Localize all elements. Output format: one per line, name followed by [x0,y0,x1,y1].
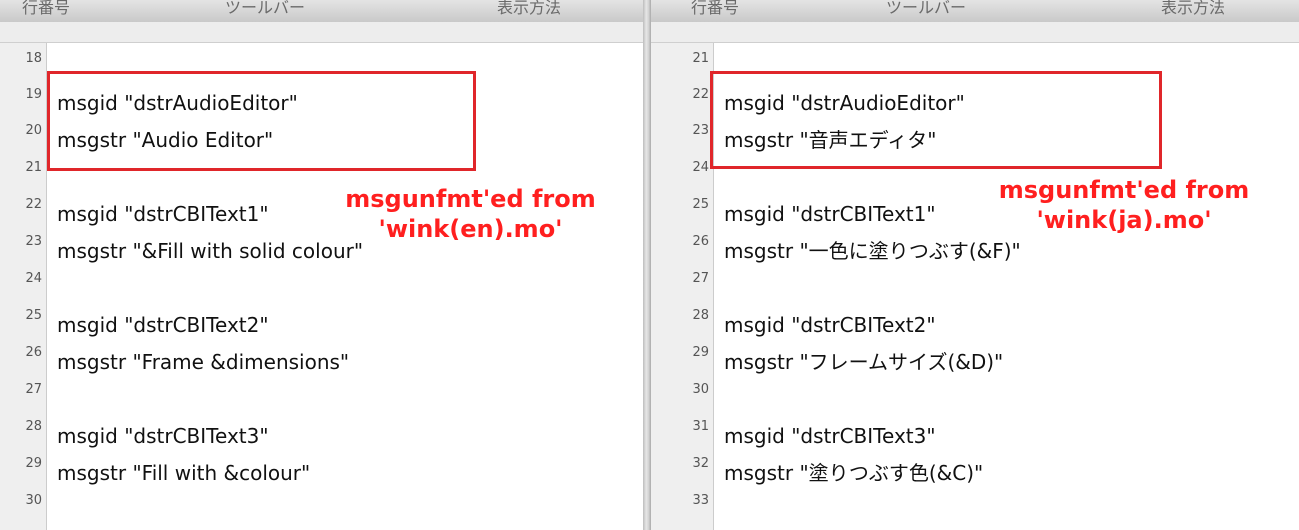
editor-pane-left: 行番号 ツールバー 表示方法 18 19 20 21 22 23 24 25 2… [0,0,643,530]
header-label[interactable]: ツールバー [225,0,305,18]
code-line[interactable]: msgid "dstrCBIText3" [57,425,269,447]
line-number: 23 [25,234,42,249]
annotation-line: 'wink(ja).mo' [1036,206,1212,234]
line-number: 29 [25,456,42,471]
editor-header-left: 行番号 ツールバー 表示方法 [0,0,643,23]
code-line[interactable]: msgid "dstrCBIText2" [724,314,936,336]
line-number: 22 [692,87,709,102]
code-line[interactable]: msgstr "Fill with &colour" [57,462,310,484]
line-number: 33 [692,493,709,508]
line-number: 21 [25,160,42,175]
line-number: 25 [25,308,42,323]
line-number: 20 [25,123,42,138]
code-line[interactable]: msgstr "フレームサイズ(&D)" [724,351,1003,373]
line-number: 22 [25,197,42,212]
highlight-box [47,71,476,171]
editor-toolbar-left [0,22,643,43]
code-line[interactable]: msgid "dstrCBIText1" [724,203,936,225]
line-number: 24 [692,160,709,175]
header-label[interactable]: 表示方法 [1161,0,1225,18]
line-number: 28 [25,419,42,434]
header-label[interactable]: 表示方法 [497,0,561,18]
line-number: 24 [25,271,42,286]
editor-header-right: 行番号 ツールバー 表示方法 [651,0,1299,23]
code-line[interactable]: msgid "dstrCBIText1" [57,203,269,225]
line-number: 26 [25,345,42,360]
line-number: 19 [25,87,42,102]
code-line[interactable]: msgstr "塗りつぶす色(&C)" [724,462,983,484]
editor-pane-right: 行番号 ツールバー 表示方法 21 22 23 24 25 26 27 28 2… [651,0,1299,530]
code-line[interactable]: msgstr "&Fill with solid colour" [57,240,363,262]
line-number: 26 [692,234,709,249]
line-number: 23 [692,123,709,138]
header-label[interactable]: ツールバー [886,0,966,18]
line-number: 30 [692,382,709,397]
annotation-line: msgunfmt'ed from [345,185,596,213]
code-line[interactable]: msgstr "一色に塗りつぶす(&F)" [724,240,1021,262]
line-number: 28 [692,308,709,323]
line-number: 32 [692,456,709,471]
annotation-label: msgunfmt'ed from 'wink(ja).mo' [987,175,1261,235]
annotation-line: msgunfmt'ed from [998,176,1250,204]
line-number: 30 [25,493,42,508]
code-line[interactable]: msgstr "Frame &dimensions" [57,351,349,373]
line-number: 27 [692,271,709,286]
code-line[interactable]: msgid "dstrCBIText2" [57,314,269,336]
line-number: 27 [25,382,42,397]
line-number: 21 [692,51,709,66]
pane-splitter[interactable] [643,0,651,530]
header-label[interactable]: 行番号 [691,0,739,18]
line-number: 29 [692,345,709,360]
editor-toolbar-right [651,22,1299,43]
annotation-line: 'wink(en).mo' [378,215,563,243]
header-label[interactable]: 行番号 [22,0,70,18]
line-number: 18 [25,51,42,66]
line-number-gutter: 18 19 20 21 22 23 24 25 26 27 28 29 30 [0,43,47,530]
line-number: 25 [692,197,709,212]
line-number-gutter: 21 22 23 24 25 26 27 28 29 30 31 32 33 [651,43,714,530]
line-number: 31 [692,419,709,434]
highlight-box [710,71,1162,169]
annotation-label: msgunfmt'ed from 'wink(en).mo' [333,184,608,244]
code-line[interactable]: msgid "dstrCBIText3" [724,425,936,447]
